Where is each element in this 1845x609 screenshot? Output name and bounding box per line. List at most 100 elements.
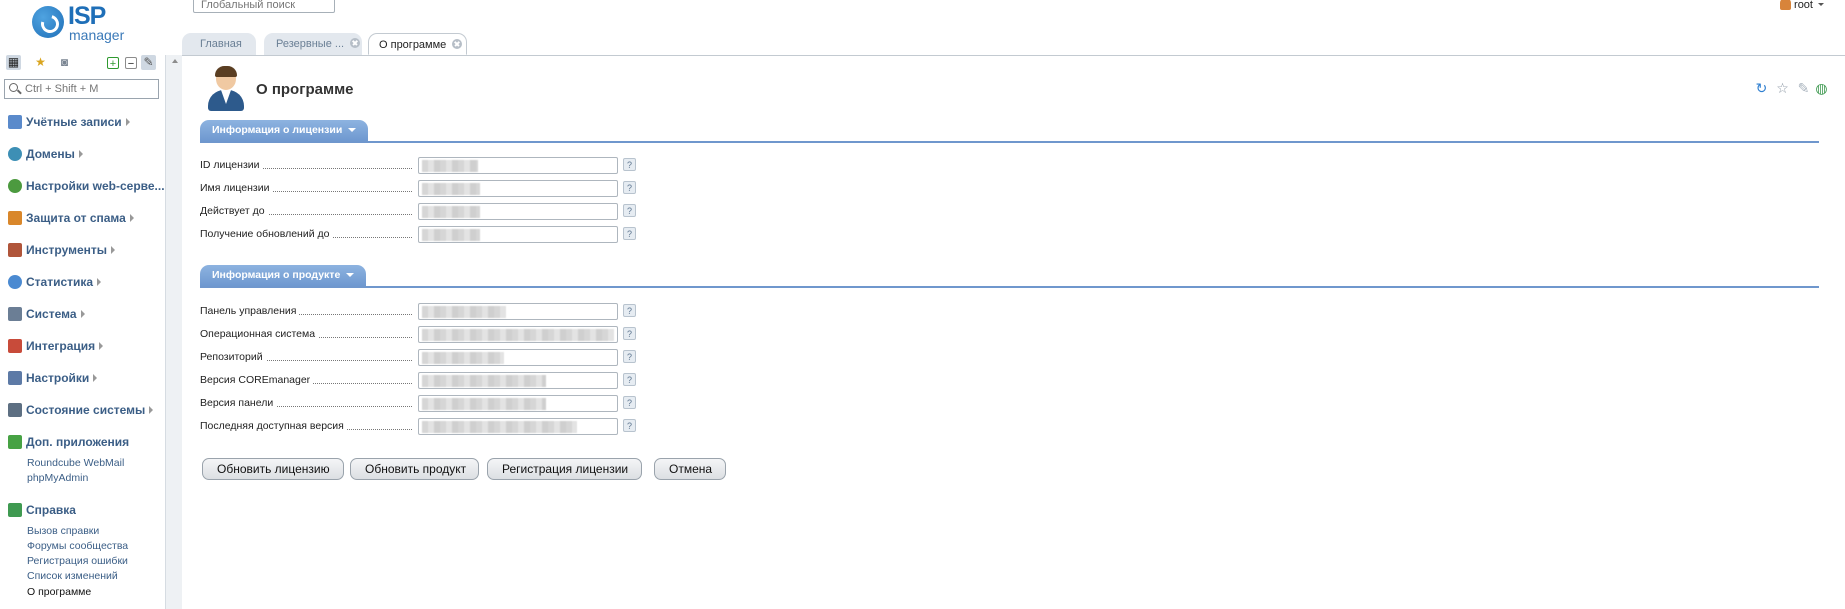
help-icon[interactable]: ? — [623, 350, 636, 363]
repository-row: Репозиторий ? — [200, 349, 640, 366]
cancel-button[interactable]: Отмена — [654, 458, 726, 480]
license-section-header[interactable]: Информация о лицензии — [200, 120, 369, 142]
tab-about[interactable]: О программе — [368, 33, 467, 55]
repository-field[interactable] — [418, 349, 618, 366]
control-panel-field[interactable] — [418, 303, 618, 320]
tab-backups[interactable]: Резервные ... — [264, 33, 362, 55]
nav-label: Инструменты — [26, 243, 108, 257]
close-tab-icon[interactable] — [350, 38, 361, 48]
register-license-button[interactable]: Регистрация лицензии — [487, 458, 642, 480]
settings-icon — [8, 371, 22, 385]
help-call-link[interactable]: Вызов справки — [27, 525, 99, 537]
help-icon[interactable]: ? — [623, 327, 636, 340]
app-roundcube-link[interactable]: Roundcube WebMail — [27, 457, 124, 469]
help-icon[interactable]: ? — [623, 373, 636, 386]
os-row: Операционная система ? — [200, 326, 640, 343]
latest-version-field[interactable] — [418, 418, 618, 435]
help-bug-report-link[interactable]: Регистрация ошибки — [27, 555, 128, 567]
collapse-all-icon[interactable]: − — [125, 57, 137, 70]
help-icon[interactable]: ? — [623, 204, 636, 217]
chevron-right-icon — [80, 310, 85, 318]
nav-web-server-settings[interactable]: Настройки web-серве... — [8, 177, 173, 195]
nav-label: Система — [26, 307, 77, 321]
os-field[interactable] — [418, 326, 618, 343]
nav-label: Состояние системы — [26, 403, 146, 417]
help-globe-icon[interactable]: ◍ — [1814, 81, 1829, 96]
refresh-icon[interactable]: ↻ — [1754, 81, 1769, 96]
product-section-line — [200, 286, 1819, 288]
expand-all-icon[interactable]: + — [107, 57, 119, 70]
pin-icon[interactable]: ✎ — [1796, 81, 1811, 96]
user-icon — [1780, 0, 1792, 10]
nav-label: Настройки web-серве... — [26, 179, 165, 193]
pin-icon[interactable]: ✎ — [141, 55, 156, 70]
logo-product: manager — [69, 27, 125, 43]
nav-domains[interactable]: Домены — [8, 145, 83, 163]
sidebar-toolbar: ▦ ★ ◙ + − ✎ — [6, 55, 161, 71]
sidebar-splitter[interactable] — [165, 55, 182, 609]
license-name-field[interactable] — [418, 180, 618, 197]
nav-label: Учётные записи — [26, 115, 122, 129]
updates-until-row: Получение обновлений до ? — [200, 226, 640, 243]
sidebar-search-input[interactable] — [25, 82, 155, 96]
scroll-up-icon[interactable] — [172, 59, 178, 63]
field-label: Операционная система — [200, 328, 319, 340]
chevron-right-icon — [93, 374, 98, 382]
stats-globe-icon — [8, 275, 22, 289]
panel-version-field[interactable] — [418, 395, 618, 412]
license-valid-until-row: Действует до ? — [200, 203, 640, 220]
license-section-line — [200, 141, 1819, 143]
nav-integration[interactable]: Интеграция — [8, 337, 104, 355]
coremanager-version-field[interactable] — [418, 372, 618, 389]
field-label: Имя лицензии — [200, 182, 273, 194]
updates-until-field[interactable] — [418, 226, 618, 243]
field-label: Получение обновлений до — [200, 228, 333, 240]
tree-view-icon[interactable]: ▦ — [6, 55, 21, 70]
nav-help[interactable]: Справка — [8, 501, 76, 519]
help-changelog-link[interactable]: Список изменений — [27, 570, 118, 582]
nav-settings[interactable]: Настройки — [8, 369, 98, 387]
help-icon[interactable]: ? — [623, 158, 636, 171]
help-icon[interactable]: ? — [623, 181, 636, 194]
chevron-right-icon — [99, 342, 104, 350]
license-name-row: Имя лицензии ? — [200, 180, 640, 197]
update-product-button[interactable]: Обновить продукт — [350, 458, 479, 480]
global-search-input[interactable] — [193, 0, 335, 13]
camera-icon[interactable]: ◙ — [57, 55, 72, 70]
user-menu[interactable]: root — [1780, 0, 1824, 11]
help-icon[interactable]: ? — [623, 396, 636, 409]
sidebar: ISP manager ▦ ★ ◙ + − ✎ Учётные записи Д… — [0, 0, 173, 609]
help-forums-link[interactable]: Форумы сообщества — [27, 540, 128, 552]
update-license-button[interactable]: Обновить лицензию — [202, 458, 344, 480]
nav-accounts[interactable]: Учётные записи — [8, 113, 130, 131]
license-id-field[interactable] — [418, 157, 618, 174]
monitor-icon — [8, 403, 22, 417]
product-section-header[interactable]: Информация о продукте — [200, 265, 367, 287]
nav-extra-apps[interactable]: Доп. приложения — [8, 433, 129, 451]
help-icon[interactable]: ? — [623, 227, 636, 240]
help-icon[interactable]: ? — [623, 304, 636, 317]
nav-label: Защита от спама — [26, 211, 126, 225]
help-about-link[interactable]: О программе — [27, 586, 91, 598]
favorites-star-icon[interactable]: ★ — [33, 55, 48, 70]
nav-statistics[interactable]: Статистика — [8, 273, 102, 291]
isp-manager-logo[interactable]: ISP manager — [32, 2, 132, 44]
field-label: ID лицензии — [200, 159, 263, 171]
tab-home[interactable]: Главная — [182, 33, 256, 55]
top-bar: root — [182, 0, 1845, 15]
nav-label: Доп. приложения — [26, 435, 130, 449]
sidebar-search[interactable] — [4, 79, 159, 99]
nav-tools[interactable]: Инструменты — [8, 241, 116, 259]
favorite-star-icon[interactable]: ☆ — [1775, 81, 1790, 96]
nav-label: Справка — [26, 503, 76, 517]
nav-system-status[interactable]: Состояние системы — [8, 401, 154, 419]
field-label: Действует до — [200, 205, 268, 217]
field-label: Версия панели — [200, 397, 277, 409]
app-phpmyadmin-link[interactable]: phpMyAdmin — [27, 472, 88, 484]
nav-spam-protection[interactable]: Защита от спама — [8, 209, 134, 227]
help-icon[interactable]: ? — [623, 419, 636, 432]
nav-system[interactable]: Система — [8, 305, 85, 323]
close-tab-icon[interactable] — [452, 39, 463, 49]
license-valid-until-field[interactable] — [418, 203, 618, 220]
web-settings-icon — [8, 179, 22, 193]
